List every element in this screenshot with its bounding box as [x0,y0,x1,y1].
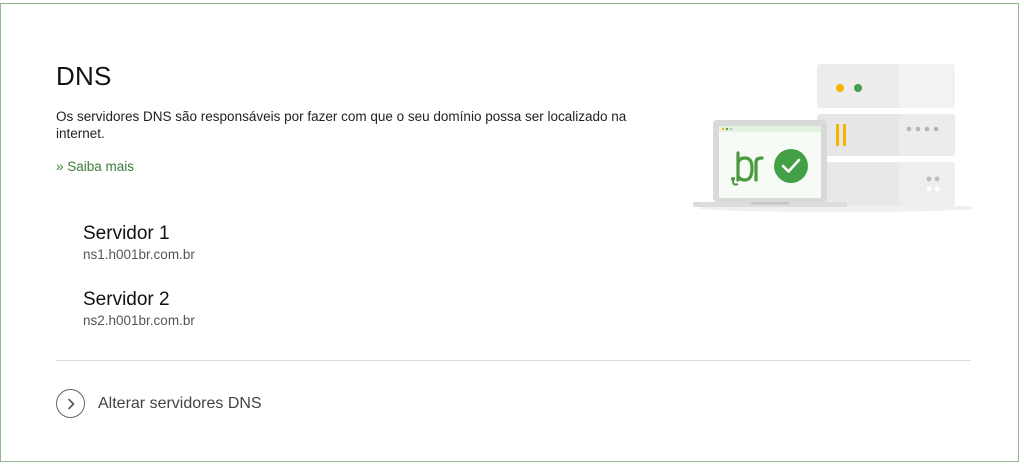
server-item-1: Servidor 1 ns1.h001br.com.br [83,223,195,263]
server-2-label: Servidor 2 [83,289,170,310]
server-2-host: ns2.h001br.com.br [83,313,195,328]
change-dns-label: Alterar servidores DNS [98,394,262,412]
server-1-label: Servidor 1 [83,223,170,244]
learn-more-link[interactable]: » Saiba mais [56,159,134,174]
page-title: DNS [56,61,112,91]
server-item-2: Servidor 2 ns2.h001br.com.br [83,289,195,329]
change-dns-button[interactable]: Alterar servidores DNS [56,388,262,419]
dns-illustration [693,64,974,212]
divider [56,360,971,361]
dns-panel: DNS Os servidores DNS são responsáveis p… [0,3,1019,462]
laptop-icon [693,120,847,207]
check-icon [774,149,808,183]
server-rack-icon [817,64,955,206]
dns-description: Os servidores DNS são responsáveis por f… [56,109,627,141]
server-1-host: ns1.h001br.com.br [83,247,195,262]
chevron-right-icon [56,389,85,418]
